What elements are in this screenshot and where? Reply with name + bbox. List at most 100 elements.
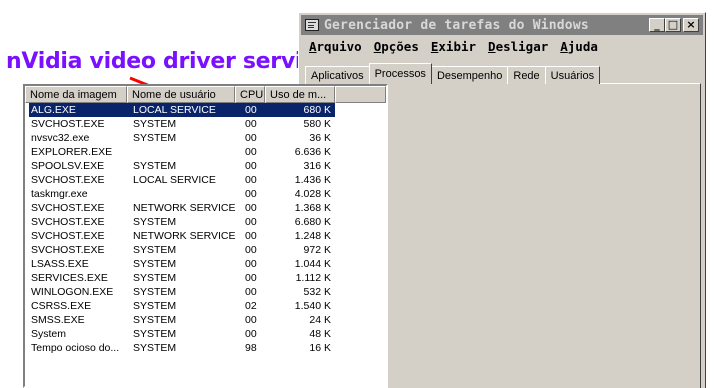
process-cpu: 00: [245, 328, 257, 340]
process-cpu: 02: [245, 300, 257, 312]
process-image-name: SPOOLSV.EXE: [31, 160, 105, 172]
process-image-name: ALG.EXE: [31, 104, 76, 116]
process-cpu: 98: [245, 342, 257, 354]
process-memory: 1.436 K: [294, 174, 331, 186]
tab-processos[interactable]: Processos: [368, 63, 432, 84]
process-memory: 680 K: [303, 104, 331, 116]
process-user-name: SYSTEM: [133, 300, 177, 312]
menu-bar: Arquivo Opções Exibir Desligar Ajuda: [303, 37, 604, 56]
process-memory: 4.028 K: [294, 188, 331, 200]
process-row[interactable]: ALG.EXE LOCAL SERVICE 00 680 K: [29, 103, 335, 117]
column-header-row: Nome da imagem Nome de usuário CPU Uso d…: [25, 86, 386, 103]
menu-ajuda[interactable]: Ajuda: [554, 39, 604, 54]
process-image-name: nvsvc32.exe: [31, 132, 90, 144]
process-memory: 48 K: [309, 328, 331, 340]
process-user-name: NETWORK SERVICE: [133, 202, 236, 214]
window-controls: _ □ ×: [649, 18, 699, 32]
process-user-name: [129, 145, 237, 159]
process-row[interactable]: Tempo ocioso do... SYSTEM 98 16 K: [29, 341, 386, 355]
process-image-name: SVCHOST.EXE: [31, 230, 105, 242]
tab-usuarios[interactable]: Usuários: [544, 66, 601, 84]
process-memory: 6.680 K: [294, 216, 331, 228]
process-memory: 972 K: [303, 244, 331, 256]
process-row[interactable]: taskmgr.exe 00 4.028 K: [29, 187, 386, 201]
process-row[interactable]: SVCHOST.EXE LOCAL SERVICE 00 1.436 K: [29, 173, 386, 187]
process-cpu: 00: [245, 286, 257, 298]
process-image-name: SMSS.EXE: [31, 314, 85, 326]
process-cpu: 00: [245, 188, 257, 200]
column-header-filler: [335, 86, 386, 103]
process-cpu: 00: [245, 314, 257, 326]
process-row[interactable]: SVCHOST.EXE NETWORK SERVICE 00 1.248 K: [29, 229, 386, 243]
process-row[interactable]: nvsvc32.exe SYSTEM 00 36 K: [29, 131, 386, 145]
menu-arquivo[interactable]: Arquivo: [303, 39, 368, 54]
process-image-name: Tempo ocioso do...: [31, 342, 120, 354]
process-row[interactable]: EXPLORER.EXE 00 6.636 K: [29, 145, 386, 159]
close-button[interactable]: ×: [683, 18, 699, 32]
menu-opcoes[interactable]: Opções: [368, 39, 425, 54]
column-header-memory[interactable]: Uso de m...: [265, 86, 335, 103]
process-row[interactable]: System SYSTEM 00 48 K: [29, 327, 386, 341]
process-row[interactable]: LSASS.EXE SYSTEM 00 1.044 K: [29, 257, 386, 271]
tab-desempenho[interactable]: Desempenho: [430, 66, 509, 84]
process-row[interactable]: SVCHOST.EXE SYSTEM 00 972 K: [29, 243, 386, 257]
process-cpu: 00: [245, 272, 257, 284]
process-user-name: SYSTEM: [133, 244, 177, 256]
process-image-name: SERVICES.EXE: [31, 272, 108, 284]
process-list[interactable]: Nome da imagem Nome de usuário CPU Uso d…: [23, 84, 388, 388]
process-memory: 580 K: [303, 118, 331, 130]
process-row[interactable]: SVCHOST.EXE SYSTEM 00 6.680 K: [29, 215, 386, 229]
process-user-name: SYSTEM: [133, 118, 177, 130]
process-row[interactable]: SPOOLSV.EXE SYSTEM 00 316 K: [29, 159, 386, 173]
process-user-name: SYSTEM: [133, 314, 177, 326]
process-image-name: SVCHOST.EXE: [31, 118, 105, 130]
process-memory: 1.112 K: [295, 272, 331, 284]
process-row[interactable]: SVCHOST.EXE NETWORK SERVICE 00 1.368 K: [29, 201, 386, 215]
menu-exibir[interactable]: Exibir: [425, 39, 482, 54]
process-memory: 1.368 K: [294, 202, 331, 214]
process-image-name: WINLOGON.EXE: [31, 286, 114, 298]
process-memory: 24 K: [309, 314, 331, 326]
process-row[interactable]: SVCHOST.EXE SYSTEM 00 580 K: [29, 117, 386, 131]
process-cpu: 00: [245, 132, 257, 144]
process-memory: 316 K: [303, 160, 331, 172]
process-row[interactable]: CSRSS.EXE SYSTEM 02 1.540 K: [29, 299, 386, 313]
process-memory: 16 K: [309, 342, 331, 354]
title-bar[interactable]: Gerenciador de tarefas do Windows _ □ ×: [301, 15, 703, 35]
tab-rede[interactable]: Rede: [507, 66, 546, 84]
process-cpu: 00: [245, 146, 257, 158]
process-row[interactable]: SERVICES.EXE SYSTEM 00 1.112 K: [29, 271, 386, 285]
process-image-name: LSASS.EXE: [31, 258, 89, 270]
process-image-name: SVCHOST.EXE: [31, 216, 105, 228]
process-user-name: LOCAL SERVICE: [133, 104, 216, 116]
minimize-button[interactable]: _: [649, 18, 665, 32]
process-cpu: 00: [245, 104, 257, 116]
window-title: Gerenciador de tarefas do Windows: [324, 17, 589, 33]
process-user-name: SYSTEM: [133, 132, 177, 144]
menu-desligar[interactable]: Desligar: [482, 39, 554, 54]
maximize-button[interactable]: □: [665, 18, 681, 32]
process-cpu: 00: [245, 118, 257, 130]
annotation-label: nVidia video driver service: [6, 49, 330, 74]
column-header-image-name[interactable]: Nome da imagem: [25, 86, 127, 103]
process-cpu: 00: [245, 160, 257, 172]
process-memory: 532 K: [303, 286, 331, 298]
process-memory: 1.044 K: [294, 258, 331, 270]
tab-strip: Aplicativos Processos Desempenho Rede Us…: [305, 62, 601, 84]
process-image-name: SVCHOST.EXE: [31, 244, 105, 256]
column-header-cpu[interactable]: CPU: [235, 86, 265, 103]
process-memory: 1.248 K: [294, 230, 331, 242]
process-user-name: SYSTEM: [133, 286, 177, 298]
tab-aplicativos[interactable]: Aplicativos: [305, 66, 370, 84]
process-memory: 1.540 K: [294, 300, 331, 312]
process-user-name: SYSTEM: [133, 342, 177, 354]
process-cpu: 00: [245, 258, 257, 270]
column-header-user-name[interactable]: Nome de usuário: [127, 86, 235, 103]
process-row[interactable]: SMSS.EXE SYSTEM 00 24 K: [29, 313, 386, 327]
process-rows: ALG.EXE LOCAL SERVICE 00 680 K SVCHOST.EXE SY…: [29, 103, 386, 355]
process-row[interactable]: WINLOGON.EXE SYSTEM 00 532 K: [29, 285, 386, 299]
process-user-name: SYSTEM: [133, 160, 177, 172]
process-user-name: SYSTEM: [133, 258, 177, 270]
process-image-name: SVCHOST.EXE: [31, 202, 105, 214]
task-manager-icon: [305, 19, 319, 31]
